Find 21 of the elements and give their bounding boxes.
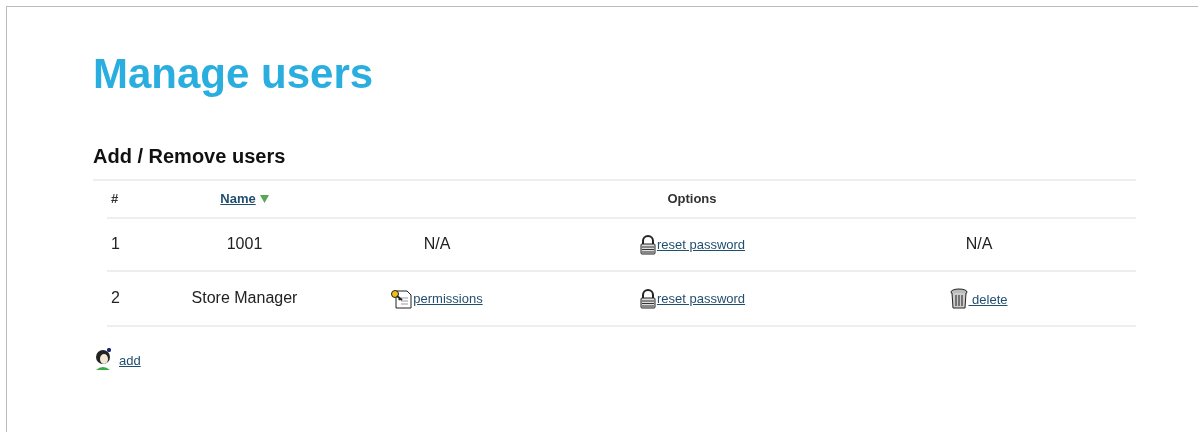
option-link[interactable]: delete <box>950 287 1008 310</box>
key-document-icon <box>391 288 414 309</box>
padlock-icon <box>638 288 657 309</box>
column-header: Options <box>667 191 717 206</box>
cell-text: N/A <box>965 235 993 252</box>
cell-text: 2 <box>111 289 120 306</box>
option-link[interactable]: reset password <box>638 234 746 255</box>
padlock-icon <box>638 234 657 255</box>
option-link[interactable]: permissions <box>391 288 483 309</box>
section-title: Add / Remove users <box>93 144 287 169</box>
trash-can-icon <box>950 287 969 310</box>
add-user-link[interactable]: add <box>93 342 141 371</box>
sort-descending-icon[interactable] <box>259 194 269 203</box>
cell-text: N/A <box>423 235 451 252</box>
column-header: # <box>111 191 119 206</box>
page-title: Manage users <box>93 53 375 95</box>
cell-text: 1 <box>111 235 120 252</box>
cell-text: Store Manager <box>191 289 298 306</box>
column-header-link[interactable]: Name <box>220 189 256 209</box>
option-link[interactable]: reset password <box>638 288 746 309</box>
cell-text: 1001 <box>226 235 263 252</box>
